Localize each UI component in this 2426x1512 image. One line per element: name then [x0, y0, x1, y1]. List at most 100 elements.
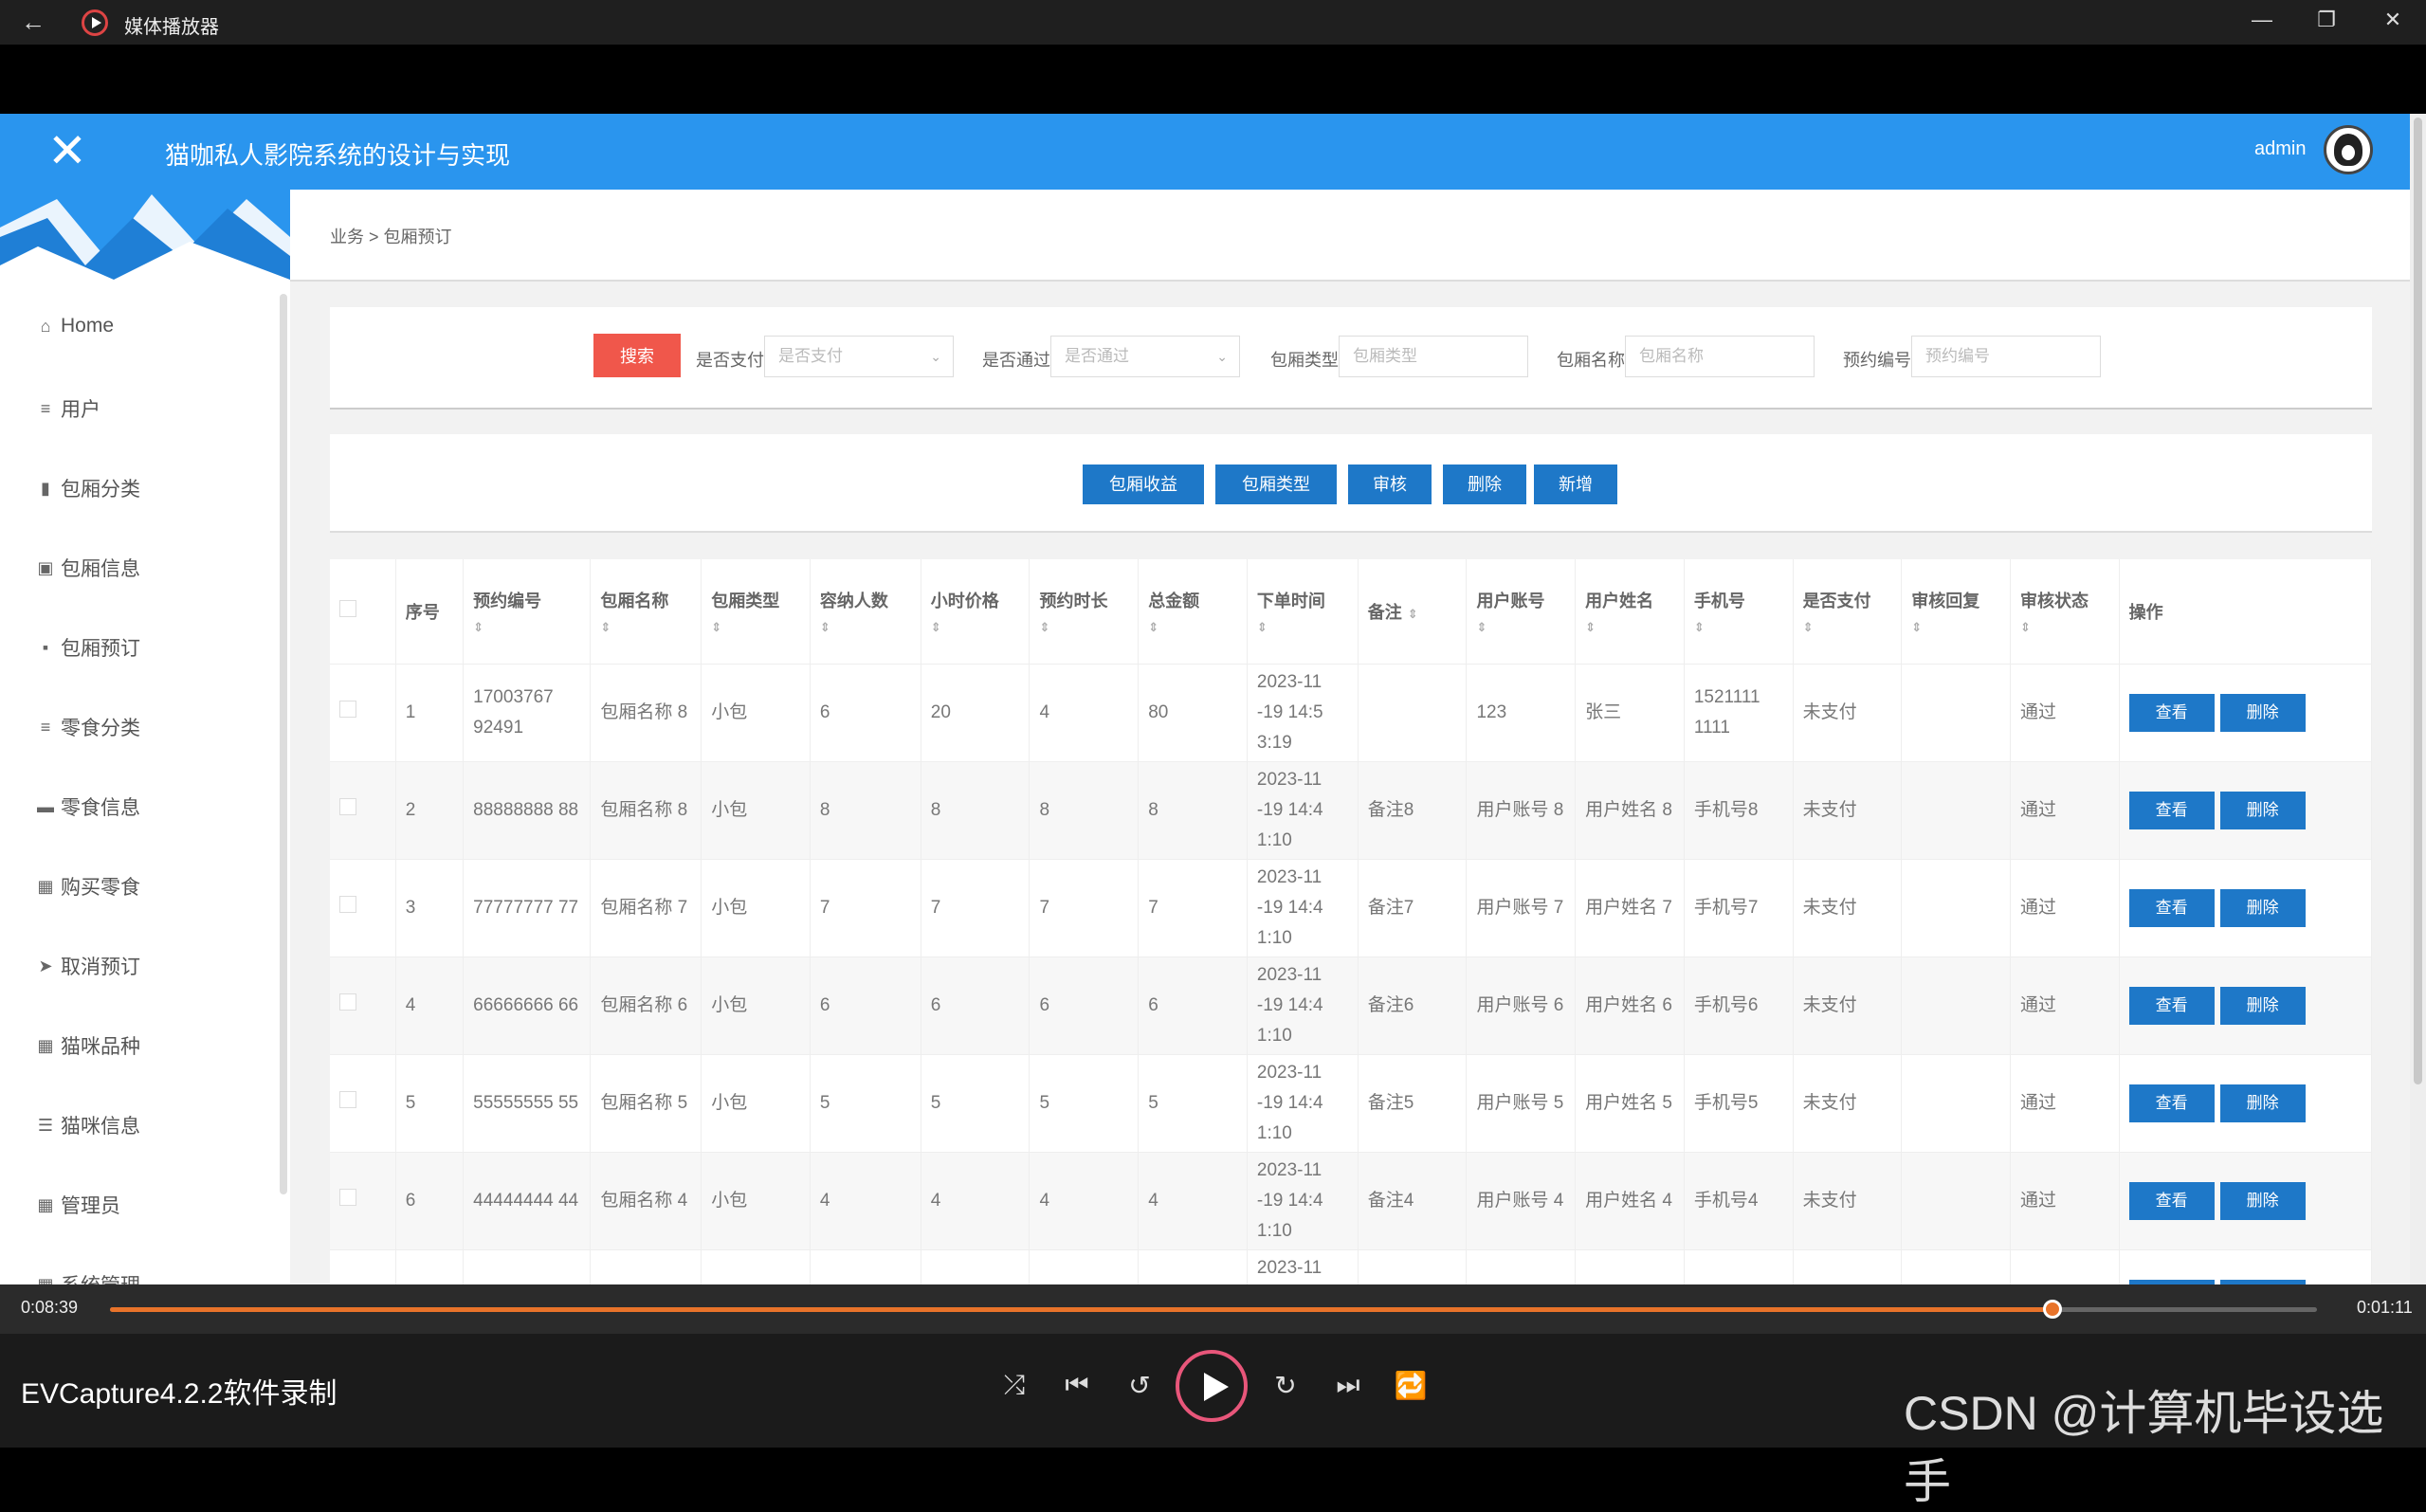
sidebar-item-9[interactable]: ▦ 猫咪品种 — [36, 1031, 140, 1060]
table-cell: 用户姓名 8 — [1575, 760, 1685, 859]
row-checkbox[interactable] — [339, 895, 356, 913]
sidebar-item-8[interactable]: ➤ 取消预订 — [36, 952, 140, 980]
row-checkbox-cell — [330, 760, 396, 859]
sort-icon[interactable]: ⇕ — [473, 620, 580, 635]
minimize-icon[interactable]: — — [2243, 8, 2281, 32]
delete-button[interactable]: 删除 — [2219, 791, 2306, 829]
column-header-2[interactable]: 包厢名称 ⇕ — [590, 559, 702, 664]
rewind-10-icon[interactable]: ↺ — [1119, 1370, 1160, 1401]
sort-icon[interactable]: ⇕ — [1585, 620, 1674, 635]
table-cell: 5 — [1029, 1053, 1140, 1152]
page-scrollbar[interactable] — [2410, 114, 2426, 1284]
seek-knob[interactable] — [2042, 1300, 2062, 1319]
sort-icon[interactable]: ⇕ — [1911, 620, 2000, 635]
back-arrow-icon[interactable]: ← — [21, 8, 46, 37]
sidebar-item-label: 包厢信息 — [61, 558, 140, 580]
sort-icon[interactable]: ⇕ — [600, 620, 691, 635]
view-button[interactable]: 查看 — [2128, 888, 2215, 927]
sidebar-scrollbar[interactable] — [280, 294, 287, 1194]
table-cell: 小包 — [701, 956, 811, 1054]
search-input-4[interactable]: 预约编号 — [1911, 336, 2101, 377]
sort-icon[interactable]: ⇕ — [711, 620, 800, 635]
view-button[interactable]: 查看 — [2128, 791, 2215, 829]
delete-button[interactable]: 删除 — [2219, 888, 2306, 927]
column-header-13[interactable]: 是否支付 ⇕ — [1793, 559, 1903, 664]
view-button[interactable]: 查看 — [2128, 986, 2215, 1025]
column-header-5[interactable]: 小时价格 ⇕ — [921, 559, 1031, 664]
sort-icon[interactable]: ⇕ — [1476, 620, 1565, 635]
seek-bar[interactable] — [110, 1300, 2317, 1319]
sort-icon[interactable]: ⇕ — [1694, 620, 1783, 635]
sidebar-item-3[interactable]: ▣ 包厢信息 — [36, 554, 140, 582]
sort-icon[interactable]: ⇕ — [1803, 620, 1892, 635]
sidebar-item-12[interactable]: ▦ 系统管理 ⌄ — [36, 1270, 261, 1285]
view-button[interactable]: 查看 — [2128, 1181, 2215, 1220]
select-all-checkbox[interactable] — [339, 600, 356, 618]
sort-icon[interactable]: ⇕ — [1257, 620, 1348, 635]
sort-icon[interactable]: ⇕ — [820, 620, 911, 635]
row-checkbox[interactable] — [339, 1090, 356, 1108]
sidebar-item-11[interactable]: ▦ 管理员 — [36, 1191, 120, 1219]
sidebar-item-1[interactable]: ≡ 用户 — [36, 394, 100, 423]
view-button[interactable]: 查看 — [2128, 693, 2215, 732]
search-button[interactable]: 搜索 — [593, 334, 681, 377]
column-header-3[interactable]: 包厢类型 ⇕ — [701, 559, 811, 664]
play-button[interactable] — [1176, 1350, 1248, 1422]
previous-icon[interactable]: ⏮ — [1056, 1370, 1098, 1401]
delete-button[interactable]: 删除 — [2219, 1084, 2306, 1122]
delete-button[interactable]: 删除 — [2219, 1181, 2306, 1220]
sort-icon[interactable]: ⇕ — [2020, 620, 2109, 635]
chevron-down-icon[interactable]: ⌄ — [246, 1275, 261, 1285]
sidebar-item-5[interactable]: ≡ 零食分类 — [36, 713, 140, 741]
page-scrollbar-thumb[interactable] — [2414, 118, 2422, 1084]
view-button[interactable]: 查看 — [2128, 1084, 2215, 1122]
search-input-2[interactable]: 包厢类型 — [1339, 336, 1528, 377]
action-button-2[interactable]: 审核 — [1348, 465, 1432, 504]
sort-icon[interactable]: ⇕ — [1039, 620, 1128, 635]
column-header-14[interactable]: 审核回复 ⇕ — [1901, 559, 2011, 664]
sidebar-item-10[interactable]: ☰ 猫咪信息 — [36, 1111, 140, 1139]
sidebar-item-7[interactable]: ▦ 购买零食 — [36, 872, 140, 901]
delete-button[interactable]: 删除 — [2219, 986, 2306, 1025]
menu-close-icon[interactable]: ✕ — [47, 123, 87, 178]
column-header-15[interactable]: 审核状态 ⇕ — [2010, 559, 2120, 664]
row-checkbox[interactable] — [339, 993, 356, 1011]
row-checkbox[interactable] — [339, 797, 356, 815]
search-input-3[interactable]: 包厢名称 — [1625, 336, 1815, 377]
table-cell: 4 — [810, 1151, 921, 1249]
repeat-off-icon[interactable]: 🔁 — [1390, 1370, 1432, 1401]
column-header-1[interactable]: 预约编号 ⇕ — [463, 559, 592, 664]
column-header-10[interactable]: 用户账号 ⇕ — [1466, 559, 1577, 664]
sidebar-item-6[interactable]: ▬ 零食信息 — [36, 792, 140, 821]
shuffle-icon[interactable]: ⤮ — [994, 1370, 1035, 1401]
close-window-icon[interactable]: ✕ — [2374, 8, 2412, 32]
sort-icon[interactable]: ⇕ — [1148, 620, 1237, 635]
restore-icon[interactable]: ❐ — [2307, 8, 2345, 32]
row-checkbox[interactable] — [339, 700, 356, 718]
action-button-3[interactable]: 删除 — [1443, 465, 1526, 504]
username[interactable]: admin — [2254, 138, 2306, 160]
column-header-8[interactable]: 下单时间 ⇕ — [1247, 559, 1359, 664]
next-icon[interactable]: ⏭ — [1327, 1370, 1369, 1401]
sidebar-item-4[interactable]: ▪ 包厢预订 — [36, 633, 140, 662]
sort-icon[interactable]: ⇕ — [1408, 607, 1418, 621]
row-checkbox[interactable] — [339, 1188, 356, 1206]
column-header-9[interactable]: 备注 ⇕ — [1358, 559, 1468, 664]
search-select-1[interactable]: 是否通过 ⌄ — [1050, 336, 1240, 377]
forward-30-icon[interactable]: ↻ — [1265, 1370, 1306, 1401]
action-button-1[interactable]: 包厢类型 — [1215, 465, 1337, 504]
action-button-0[interactable]: 包厢收益 — [1083, 465, 1204, 504]
column-header-7[interactable]: 总金额 ⇕ — [1138, 559, 1248, 664]
sidebar-item-0[interactable]: ⌂ Home — [36, 315, 114, 337]
action-button-4[interactable]: 新增 — [1534, 465, 1617, 504]
column-header-12[interactable]: 手机号 ⇕ — [1684, 559, 1794, 664]
breadcrumb-parent[interactable]: 业务 — [330, 228, 364, 246]
column-header-11[interactable]: 用户姓名 ⇕ — [1575, 559, 1685, 664]
column-header-6[interactable]: 预约时长 ⇕ — [1029, 559, 1140, 664]
search-select-0[interactable]: 是否支付 ⌄ — [764, 336, 954, 377]
column-header-4[interactable]: 容纳人数 ⇕ — [810, 559, 921, 664]
sort-icon[interactable]: ⇕ — [931, 620, 1020, 635]
avatar[interactable] — [2324, 125, 2373, 174]
sidebar-item-2[interactable]: ▮ 包厢分类 — [36, 474, 140, 502]
delete-button[interactable]: 删除 — [2219, 693, 2306, 732]
